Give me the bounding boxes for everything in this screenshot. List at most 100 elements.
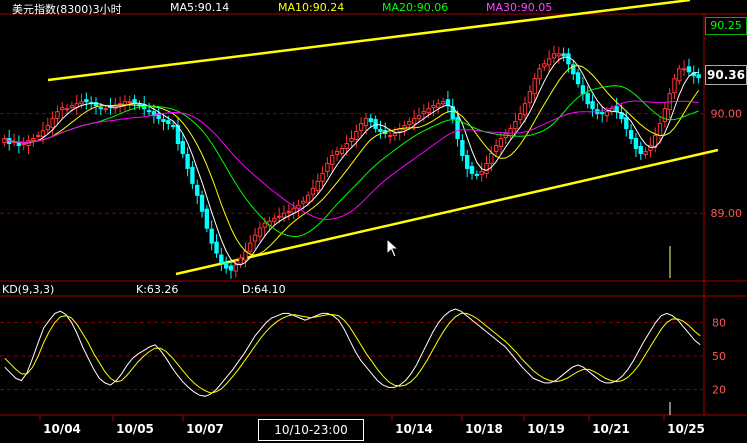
candle-body bbox=[411, 118, 417, 125]
ma20-label: MA20:90.06 bbox=[382, 1, 449, 14]
candle-body bbox=[248, 242, 253, 252]
candle-body bbox=[349, 138, 354, 143]
candle-body bbox=[257, 227, 263, 237]
candle-body bbox=[252, 234, 258, 242]
candle-body bbox=[209, 228, 214, 244]
candle-body bbox=[325, 162, 330, 172]
candle-body bbox=[363, 118, 369, 127]
top-price-box: 90.25 bbox=[705, 17, 747, 35]
trendlines bbox=[47, 0, 719, 276]
candle-body bbox=[498, 138, 504, 147]
candle-body bbox=[585, 93, 590, 105]
candle-body bbox=[344, 143, 349, 149]
candle-body bbox=[315, 180, 320, 191]
candle-body bbox=[527, 91, 533, 104]
candle-body bbox=[378, 129, 383, 133]
chart-title: 美元指数(8300)3小时 bbox=[12, 3, 122, 16]
kd-tick-label: 20 bbox=[712, 384, 726, 397]
candle-body bbox=[277, 215, 282, 218]
x-tick-label: 10/18 bbox=[465, 422, 503, 436]
candle-body bbox=[484, 162, 489, 174]
candle-body bbox=[686, 66, 692, 73]
candle-body bbox=[681, 68, 687, 71]
price-tick-label: 90.00 bbox=[711, 108, 743, 121]
candle-body bbox=[436, 103, 441, 109]
candle-body bbox=[508, 128, 513, 137]
candle-body bbox=[546, 58, 552, 66]
x-tick-label: 10/25 bbox=[667, 422, 705, 436]
candle-body bbox=[219, 254, 224, 264]
candle-body bbox=[465, 154, 470, 169]
candle-body bbox=[286, 210, 292, 213]
price-chart[interactable]: 90.00 89.00 80 50 20 10/04 10/05 10/07 10/14 10/1… bbox=[0, 0, 747, 443]
candle-body bbox=[180, 141, 185, 154]
candle-body bbox=[84, 99, 89, 103]
current-price-box: 90.36 bbox=[705, 65, 747, 85]
x-tick-label: 10/19 bbox=[527, 422, 565, 436]
ma5-label: MA5:90.14 bbox=[170, 1, 230, 14]
candle-body bbox=[170, 125, 176, 128]
candle-body bbox=[624, 117, 629, 130]
candle-body bbox=[373, 119, 378, 130]
cursor-date-box: 10/10-23:00 bbox=[258, 419, 364, 441]
ma30-label: MA30:90.05 bbox=[486, 1, 553, 14]
candle-body bbox=[604, 111, 610, 117]
axes: 90.00 89.00 80 50 20 10/04 10/05 10/07 10/14 10/1… bbox=[39, 108, 743, 436]
candle-body bbox=[281, 212, 287, 218]
candle-body bbox=[426, 108, 431, 114]
candle-body bbox=[339, 147, 345, 154]
candle-body bbox=[45, 125, 50, 131]
candle-body bbox=[79, 101, 84, 105]
candle-body bbox=[334, 150, 340, 155]
candle-body bbox=[21, 143, 26, 146]
candle-body bbox=[421, 111, 426, 115]
candle-body bbox=[127, 101, 132, 104]
candle-body bbox=[590, 101, 595, 110]
candle-body bbox=[551, 53, 557, 59]
x-tick-label: 10/07 bbox=[186, 422, 224, 436]
candle-body bbox=[672, 78, 677, 94]
mouse-pointer-icon bbox=[386, 238, 400, 258]
candle-body bbox=[522, 103, 528, 116]
candle-body bbox=[16, 142, 22, 147]
candlesticks bbox=[2, 45, 701, 279]
candle-body bbox=[416, 115, 422, 120]
candle-body bbox=[301, 200, 306, 204]
candle-body bbox=[161, 119, 166, 123]
candle-body bbox=[479, 170, 484, 175]
candle-body bbox=[320, 172, 325, 182]
x-tick-label: 10/05 bbox=[116, 422, 154, 436]
candle-body bbox=[643, 150, 648, 155]
ma10-label: MA10:90.24 bbox=[278, 1, 345, 14]
candle-body bbox=[146, 110, 152, 113]
candle-body bbox=[493, 145, 499, 152]
candle-body bbox=[431, 105, 436, 109]
kd-tick-label: 50 bbox=[712, 350, 726, 363]
candle-body bbox=[228, 265, 234, 271]
candle-body bbox=[166, 120, 171, 125]
candle-body bbox=[633, 138, 639, 149]
candle-body bbox=[185, 153, 190, 169]
candle-body bbox=[64, 108, 70, 111]
candle-body bbox=[199, 194, 205, 212]
candle-body bbox=[469, 165, 475, 174]
candle-body bbox=[233, 264, 238, 272]
candle-body bbox=[657, 123, 663, 137]
candle-body bbox=[358, 123, 364, 132]
grid-lines bbox=[0, 13, 747, 416]
x-tick-label: 10/04 bbox=[43, 422, 81, 436]
candle-body bbox=[561, 53, 566, 57]
candle-body bbox=[262, 222, 267, 228]
candle-body bbox=[542, 63, 547, 68]
candle-body bbox=[614, 106, 619, 113]
candle-body bbox=[204, 208, 210, 229]
candle-body bbox=[599, 112, 605, 115]
candle-body bbox=[238, 257, 243, 265]
candle-body bbox=[195, 184, 200, 196]
candle-body bbox=[310, 187, 316, 195]
candle-body bbox=[31, 138, 36, 142]
candle-body bbox=[575, 72, 581, 85]
candle-body bbox=[532, 78, 537, 95]
candle-body bbox=[35, 135, 41, 138]
candle-body bbox=[214, 241, 219, 254]
